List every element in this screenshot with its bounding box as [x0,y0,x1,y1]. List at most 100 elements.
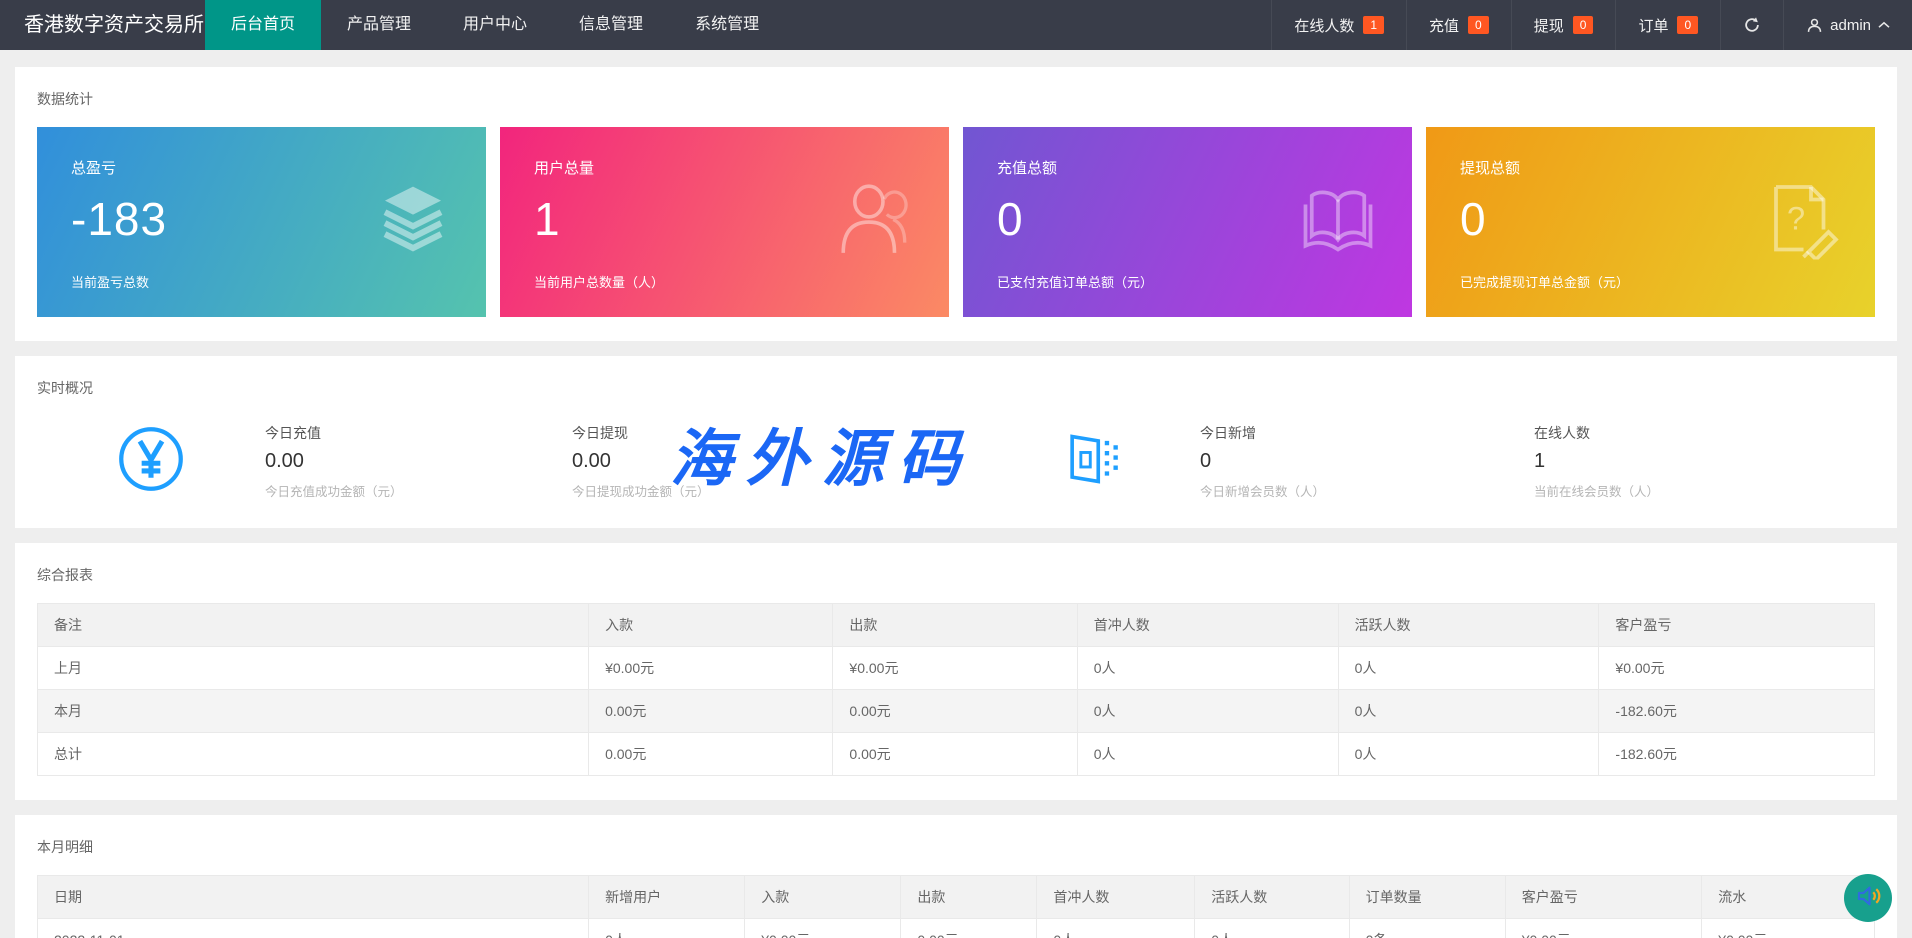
card-label: 用户总量 [534,157,915,178]
nav-counter-withdraw[interactable]: 提现 0 [1511,0,1616,50]
table-header-cell: 出款 [901,876,1037,919]
table-cell: ¥0.00元 [589,647,833,690]
refresh-button[interactable] [1720,0,1783,50]
table-header-cell: 入款 [589,604,833,647]
table-cell: 0人 [1338,733,1599,776]
table-header-cell: 客户盈亏 [1505,876,1702,919]
table-cell: 0人 [589,919,745,938]
counter-label: 提现 [1534,15,1564,36]
stat-label: 在线人数 [1534,423,1834,443]
table-header-cell: 入款 [745,876,901,919]
table-row-total: 总计 0.00元 0.00元 0人 0人 -182.60元 [38,733,1875,776]
table-cell: ¥0.00元 [833,647,1077,690]
announcement-fab-button[interactable] [1844,874,1892,922]
table-header-cell: 出款 [833,604,1077,647]
counter-badge: 0 [1573,16,1594,34]
nav-counter-online[interactable]: 在线人数 1 [1271,0,1406,50]
table-cell: ¥0.00元 [745,919,901,938]
stat-card-recharge: 充值总额 0 已支付充值订单总额（元） [963,127,1412,317]
card-label: 总盈亏 [71,157,452,178]
nav-item-system[interactable]: 系统管理 [669,0,785,50]
panel-title: 综合报表 [37,565,1875,585]
stat-value: 0.00 [265,450,565,473]
stat-value: 0.00 [572,450,872,473]
stats-panel: 数据统计 总盈亏 -183 当前盈亏总数 用户总量 1 当前用户总数量（人） [15,67,1897,341]
stat-value: 0 [1200,450,1500,473]
book-icon [1298,180,1378,265]
table-cell: 0人 [1338,647,1599,690]
table-cell: 2022-11-01 [38,919,589,938]
username: admin [1830,17,1871,34]
nav-item-dashboard[interactable]: 后台首页 [205,0,321,50]
counter-badge: 0 [1468,16,1489,34]
user-menu[interactable]: admin [1783,0,1912,50]
stat-label: 今日新增 [1200,423,1500,443]
table-header-cell: 订单数量 [1349,876,1505,919]
realtime-row: 今日充值 0.00 今日充值成功金额（元） 今日提现 0.00 今日提现成功金额… [37,418,1875,504]
realtime-stat-online: 在线人数 1 当前在线会员数（人） [1534,423,1834,500]
table-header-row: 日期 新增用户 入款 出款 首冲人数 活跃人数 订单数量 客户盈亏 流水 [38,876,1875,919]
navbar-right: 在线人数 1 充值 0 提现 0 订单 0 [1271,0,1912,50]
nav-item-user-center[interactable]: 用户中心 [437,0,553,50]
panel-title: 本月明细 [37,837,1875,857]
stat-desc: 今日充值成功金额（元） [265,481,565,500]
table-header-cell: 首冲人数 [1037,876,1195,919]
panel-title: 数据统计 [37,89,1875,109]
table-cell: -182.60元 [1599,690,1875,733]
realtime-stat-recharge: 今日充值 0.00 今日充值成功金额（元） [265,423,565,500]
card-label: 充值总额 [997,157,1378,178]
table-cell: 0.00元 [589,690,833,733]
user-icon [1806,17,1823,34]
top-navbar: 香港数字资产交易所 后台首页 产品管理 用户中心 信息管理 系统管理 在线人数 … [0,0,1912,50]
stat-cards-row: 总盈亏 -183 当前盈亏总数 用户总量 1 当前用户总数量（人） [37,127,1875,317]
table-cell: 0人 [1195,919,1349,938]
nav-counter-recharge[interactable]: 充值 0 [1406,0,1511,50]
card-desc: 已支付充值订单总额（元） [997,272,1378,291]
table-cell: 0.00元 [589,733,833,776]
table-cell: 0人 [1077,690,1338,733]
main-menu: 后台首页 产品管理 用户中心 信息管理 系统管理 [205,0,785,50]
realtime-panel: 实时概况 今日充值 0.00 今日充值成功金额（元） 今日提现 0.00 今日提… [15,356,1897,528]
report-table: 备注 入款 出款 首冲人数 活跃人数 客户盈亏 上月 ¥0.00元 ¥0.00元… [37,603,1875,776]
table-header-cell: 新增用户 [589,876,745,919]
table-header-cell: 客户盈亏 [1599,604,1875,647]
table-cell: 0.00元 [901,919,1037,938]
table-cell: 上月 [38,647,589,690]
table-header-cell: 活跃人数 [1338,604,1599,647]
counter-label: 订单 [1638,15,1668,36]
table-header-row: 备注 入款 出款 首冲人数 活跃人数 客户盈亏 [38,604,1875,647]
app-logo[interactable]: 香港数字资产交易所 [0,0,205,50]
nav-counter-orders[interactable]: 订单 0 [1615,0,1720,50]
nav-item-info[interactable]: 信息管理 [553,0,669,50]
yen-circle-icon [117,425,185,498]
table-header-cell: 活跃人数 [1195,876,1349,919]
stat-card-users: 用户总量 1 当前用户总数量（人） [500,127,949,317]
layers-icon [374,181,452,264]
table-cell: 本月 [38,690,589,733]
nav-item-products[interactable]: 产品管理 [321,0,437,50]
stat-desc: 当前在线会员数（人） [1534,481,1834,500]
stat-desc: 今日提现成功金额（元） [572,481,872,500]
file-question-icon: ? [1761,180,1841,265]
table-cell: ¥0.00元 [1505,919,1702,938]
stat-card-withdraw: 提现总额 0 已完成提现订单总金额（元） ? [1426,127,1875,317]
counter-badge: 1 [1363,16,1384,34]
realtime-stat-new-members: 今日新增 0 今日新增会员数（人） [1200,423,1500,500]
detail-panel: 本月明细 日期 新增用户 入款 出款 首冲人数 活跃人数 订单数量 客户盈亏 流… [15,815,1897,938]
users-icon [833,179,915,266]
table-header-cell: 日期 [38,876,589,919]
panel-title: 实时概况 [37,378,1875,398]
counter-badge: 0 [1677,16,1698,34]
report-panel: 综合报表 备注 入款 出款 首冲人数 活跃人数 客户盈亏 上月 ¥0.00元 ¥… [15,543,1897,800]
table-cell: 0人 [1037,919,1195,938]
refresh-icon [1743,16,1761,34]
counter-label: 在线人数 [1294,15,1354,36]
realtime-stat-withdraw: 今日提现 0.00 今日提现成功金额（元） [572,423,872,500]
stat-value: 1 [1534,450,1834,473]
table-cell: ¥0.00元 [1599,647,1875,690]
card-desc: 已完成提现订单总金额（元） [1460,272,1841,291]
counter-label: 充值 [1429,15,1459,36]
table-header-cell: 首冲人数 [1077,604,1338,647]
table-cell: 0人 [1338,690,1599,733]
stat-card-profit: 总盈亏 -183 当前盈亏总数 [37,127,486,317]
